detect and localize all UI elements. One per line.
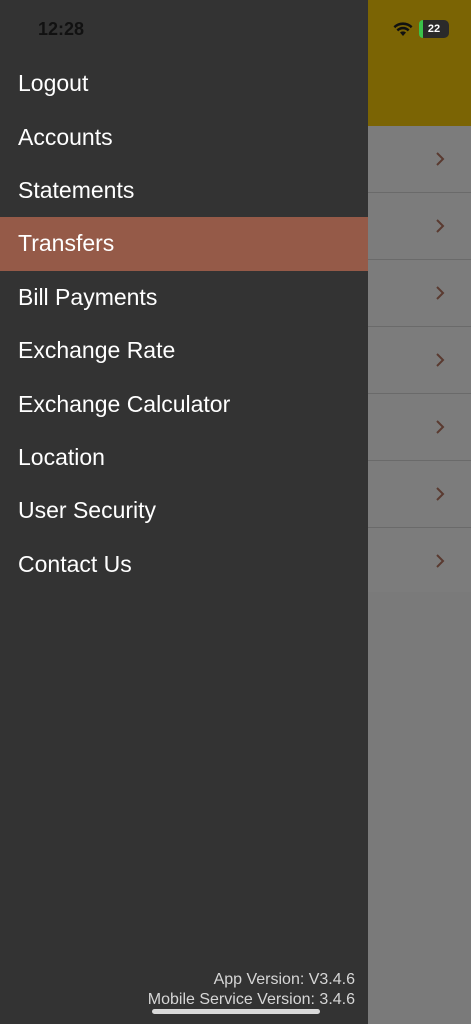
menu-item-location[interactable]: Location	[0, 431, 368, 484]
status-icons: 22	[393, 20, 449, 38]
status-time: 12:28	[38, 19, 85, 39]
menu-item-logout[interactable]: Logout	[0, 57, 368, 110]
battery-icon: 22	[419, 20, 449, 38]
home-indicator	[152, 1009, 320, 1014]
app-version: App Version: V3.4.6	[213, 971, 355, 988]
navigation-drawer: Logout Accounts Statements Transfers Bil…	[0, 0, 368, 1024]
wifi-icon	[393, 21, 413, 36]
battery-level: 22	[427, 23, 441, 35]
service-version: Mobile Service Version: 3.4.6	[147, 991, 355, 1008]
chevron-right-icon	[436, 219, 445, 233]
menu-item-statements[interactable]: Statements	[0, 164, 368, 217]
menu-item-contact-us[interactable]: Contact Us	[0, 538, 368, 591]
chevron-right-icon	[436, 353, 445, 367]
drawer-menu: Logout Accounts Statements Transfers Bil…	[0, 57, 368, 591]
menu-item-user-security[interactable]: User Security	[0, 484, 368, 537]
chevron-right-icon	[436, 286, 445, 300]
menu-item-bill-payments[interactable]: Bill Payments	[0, 271, 368, 324]
version-info: App Version: V3.4.6 Mobile Service Versi…	[148, 970, 355, 1010]
chevron-right-icon	[436, 487, 445, 501]
menu-item-exchange-calculator[interactable]: Exchange Calculator	[0, 377, 368, 430]
chevron-right-icon	[436, 420, 445, 434]
menu-item-accounts[interactable]: Accounts	[0, 110, 368, 163]
menu-item-transfers[interactable]: Transfers	[0, 217, 368, 271]
menu-item-exchange-rate[interactable]: Exchange Rate	[0, 324, 368, 377]
chevron-right-icon	[436, 554, 445, 568]
chevron-right-icon	[436, 152, 445, 166]
